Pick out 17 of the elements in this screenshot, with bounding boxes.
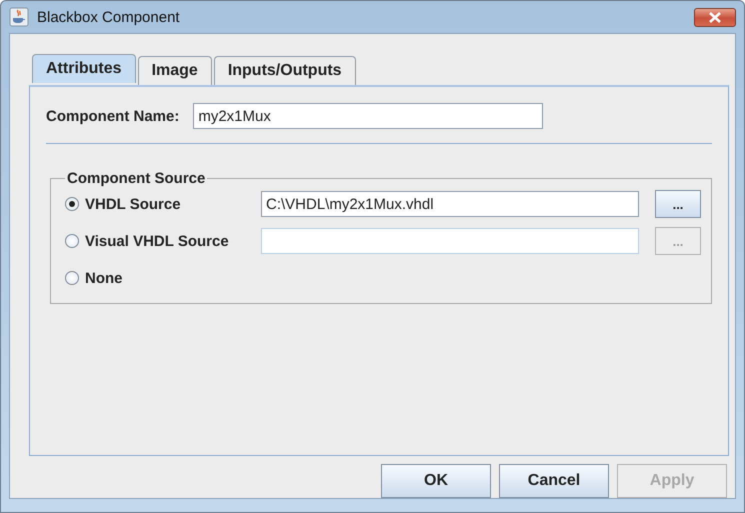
dialog-button[interactable]: Cancel <box>499 464 609 498</box>
tab[interactable]: Image <box>138 56 212 85</box>
close-icon <box>708 12 722 22</box>
field-label: Component Name: <box>46 108 180 124</box>
file-path-field[interactable]: C:\VHDL\my2x1Mux.vhdl <box>261 191 639 217</box>
coffee-cup-icon <box>9 7 29 27</box>
tab[interactable]: Inputs/Outputs <box>214 56 356 85</box>
group-title: Component Source <box>66 170 206 187</box>
radio-button[interactable]: None <box>65 270 261 286</box>
tab[interactable]: Attributes <box>32 54 136 83</box>
dialog-button[interactable]: OK <box>381 464 491 498</box>
radio-button[interactable]: Visual VHDL Source <box>65 232 261 250</box>
browse-button[interactable]: ... <box>655 190 701 218</box>
radio-button[interactable]: VHDL Source <box>65 196 261 212</box>
component-name-field[interactable]: my2x1Mux <box>193 103 544 129</box>
close-button[interactable] <box>694 8 736 26</box>
window-title: Blackbox Component <box>37 8 180 26</box>
